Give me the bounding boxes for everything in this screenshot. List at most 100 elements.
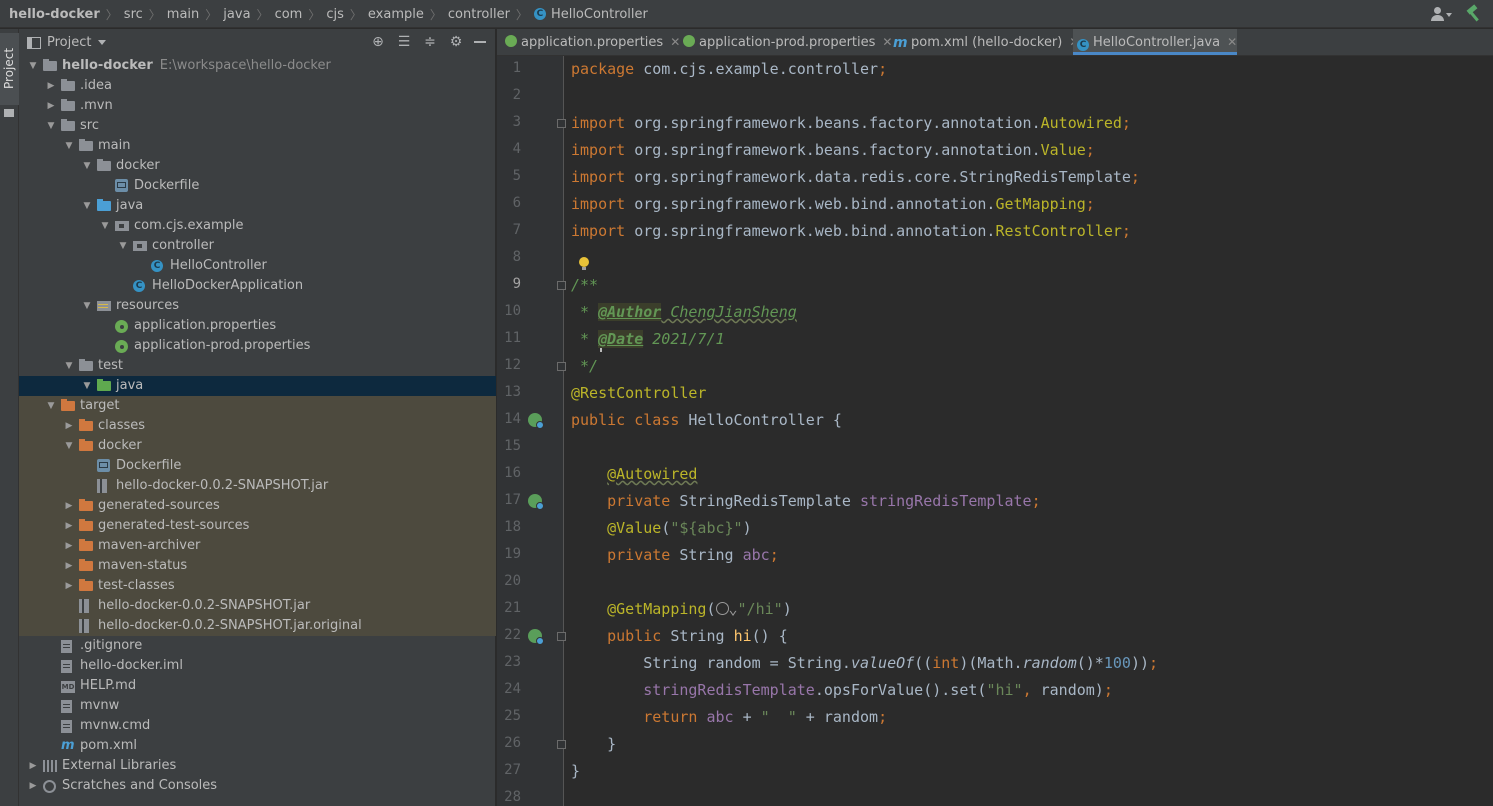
chevron-down-icon[interactable]: ▼ <box>81 376 93 396</box>
tree-item[interactable]: ▼ hello-docker E:\workspace\hello-docker <box>19 56 496 76</box>
tree-item[interactable]: ▶ maven-status <box>19 556 496 576</box>
tree-item[interactable]: HELP.md <box>19 676 496 696</box>
tree-item[interactable]: ▶ .idea <box>19 76 496 96</box>
tree-item[interactable]: ▶ generated-sources <box>19 496 496 516</box>
chevron-down-icon[interactable]: ▼ <box>63 356 75 376</box>
view-mode-dropdown-icon[interactable] <box>98 40 107 45</box>
tree-item[interactable]: ▶ test-classes <box>19 576 496 596</box>
tree-item[interactable]: ▼ target <box>19 396 496 416</box>
collapse-all-icon[interactable]: ≑ <box>422 34 438 50</box>
tree-item[interactable]: ▶ External Libraries <box>19 756 496 776</box>
editor-tab[interactable]: application.properties ✕ <box>501 29 680 55</box>
tree-item[interactable]: ▶ classes <box>19 416 496 436</box>
tree-item[interactable]: mvnw <box>19 696 496 716</box>
gear-icon[interactable]: ⚙ <box>448 34 464 50</box>
chevron-right-icon[interactable]: ▶ <box>63 416 75 436</box>
chevron-down-icon[interactable]: ▼ <box>45 396 57 416</box>
build-hammer-icon[interactable] <box>1465 6 1481 22</box>
tree-item[interactable]: application.properties <box>19 316 496 336</box>
hide-panel-icon[interactable] <box>474 34 490 50</box>
locate-target-icon[interactable]: ⊕ <box>370 34 386 50</box>
tree-item[interactable]: .gitignore <box>19 636 496 656</box>
tree-item[interactable]: HelloDockerApplication <box>19 276 496 296</box>
code-token: ()* <box>1076 654 1104 672</box>
chevron-right-icon[interactable]: ▶ <box>45 96 57 116</box>
chevron-down-icon[interactable]: ▼ <box>81 156 93 176</box>
tree-item[interactable]: ▼ resources <box>19 296 496 316</box>
tree-item[interactable]: Dockerfile <box>19 456 496 476</box>
tree-item[interactable]: ▶ Scratches and Consoles <box>19 776 496 796</box>
editor-tab[interactable]: application-prod.properties ✕ <box>679 29 892 55</box>
tree-item[interactable]: ▶ maven-archiver <box>19 536 496 556</box>
code-editor[interactable]: 1 2 3 4 5 6 7 8 9 10 11 12 13 14 15 16 17 18 19 20 21 22 23 24 2… <box>497 56 1493 806</box>
project-panel-title[interactable]: Project <box>47 35 91 50</box>
tree-item[interactable]: mvnw.cmd <box>19 716 496 736</box>
tree-item[interactable]: ▼ java <box>19 376 496 396</box>
chevron-down-icon[interactable]: ▼ <box>81 196 93 216</box>
tree-item[interactable]: ▶ .mvn <box>19 96 496 116</box>
chevron-down-icon[interactable]: ▼ <box>27 56 39 76</box>
tree-item[interactable]: hello-docker-0.0.2-SNAPSHOT.jar.original <box>19 616 496 636</box>
tree-item[interactable]: ▼ java <box>19 196 496 216</box>
fold-marker-icon[interactable] <box>557 632 566 641</box>
tree-item[interactable]: hello-docker-0.0.2-SNAPSHOT.jar <box>19 476 496 496</box>
tree-item-text: Scratches and Consoles <box>62 778 218 793</box>
chevron-down-icon[interactable]: ▼ <box>63 136 75 156</box>
excluded-folder-icon <box>79 499 93 511</box>
tree-item-text: HelloController <box>170 258 267 273</box>
tree-item[interactable]: ▶ generated-test-sources <box>19 516 496 536</box>
breadcrumb-item[interactable]: controller <box>448 7 510 22</box>
tree-item[interactable]: Dockerfile <box>19 176 496 196</box>
tree-item[interactable]: ▼ com.cjs.example <box>19 216 496 236</box>
fold-marker-icon[interactable] <box>557 281 566 290</box>
chevron-right-icon[interactable]: ▶ <box>27 776 39 796</box>
tree-item[interactable]: ▼ controller <box>19 236 496 256</box>
fold-marker-icon[interactable] <box>557 740 566 749</box>
fold-marker-icon[interactable] <box>557 119 566 128</box>
spring-bean-icon[interactable] <box>528 494 544 510</box>
chevron-right-icon[interactable]: ▶ <box>45 76 57 96</box>
editor-tab[interactable]: C HelloController.java ✕ <box>1073 29 1237 55</box>
line-number: 10 <box>504 303 521 319</box>
chevron-down-icon[interactable]: ▼ <box>99 216 111 236</box>
chevron-right-icon[interactable]: ▶ <box>63 536 75 556</box>
tree-item[interactable]: ▼ src <box>19 116 496 136</box>
chevron-down-icon[interactable]: ▼ <box>63 436 75 456</box>
tree-item[interactable]: hello-docker.iml <box>19 656 496 676</box>
breadcrumb-item[interactable]: main <box>167 7 199 22</box>
breadcrumb-item[interactable]: example <box>368 7 424 22</box>
breadcrumb-item[interactable]: hello-docker <box>9 7 100 22</box>
project-tool-window-tab[interactable]: Project <box>0 33 19 105</box>
tree-item[interactable]: hello-docker-0.0.2-SNAPSHOT.jar <box>19 596 496 616</box>
breadcrumb-item[interactable]: src <box>124 7 143 22</box>
tree-item[interactable]: ▼ test <box>19 356 496 376</box>
tree-item[interactable]: pom.xml <box>19 736 496 756</box>
expand-all-icon[interactable]: ☰ <box>396 34 412 50</box>
chevron-down-icon[interactable]: ▼ <box>45 116 57 136</box>
code-token: + <box>733 708 761 726</box>
chevron-right-icon[interactable]: ▶ <box>63 516 75 536</box>
breadcrumb-item[interactable]: cjs <box>326 7 344 22</box>
tree-item[interactable]: ▼ main <box>19 136 496 156</box>
lightbulb-icon[interactable] <box>579 257 589 270</box>
breadcrumb-item[interactable]: java <box>223 7 250 22</box>
editor-tab[interactable]: mpom.xml (hello-docker)✕ <box>889 29 1079 55</box>
spring-bean-icon[interactable] <box>528 629 544 645</box>
chevron-right-icon[interactable]: ▶ <box>27 756 39 776</box>
tree-item[interactable]: application-prod.properties <box>19 336 496 356</box>
spring-bean-icon[interactable] <box>528 413 544 429</box>
chevron-down-icon[interactable]: ▼ <box>117 236 129 256</box>
tree-item[interactable]: HelloController <box>19 256 496 276</box>
breadcrumb-item[interactable]: com <box>275 7 303 22</box>
chevron-down-icon[interactable]: ▼ <box>81 296 93 316</box>
breadcrumb-item[interactable]: HelloController <box>551 7 648 22</box>
tree-item[interactable]: ▼ docker <box>19 436 496 456</box>
chevron-right-icon[interactable]: ▶ <box>63 496 75 516</box>
tree-item[interactable]: ▼ docker <box>19 156 496 176</box>
user-account-icon[interactable] <box>1431 6 1452 22</box>
fold-marker-icon[interactable] <box>557 362 566 371</box>
chevron-right-icon[interactable]: ▶ <box>63 556 75 576</box>
chevron-right-icon[interactable]: ▶ <box>63 576 75 596</box>
globe-icon[interactable] <box>715 602 729 615</box>
close-icon[interactable]: ✕ <box>1227 35 1237 49</box>
